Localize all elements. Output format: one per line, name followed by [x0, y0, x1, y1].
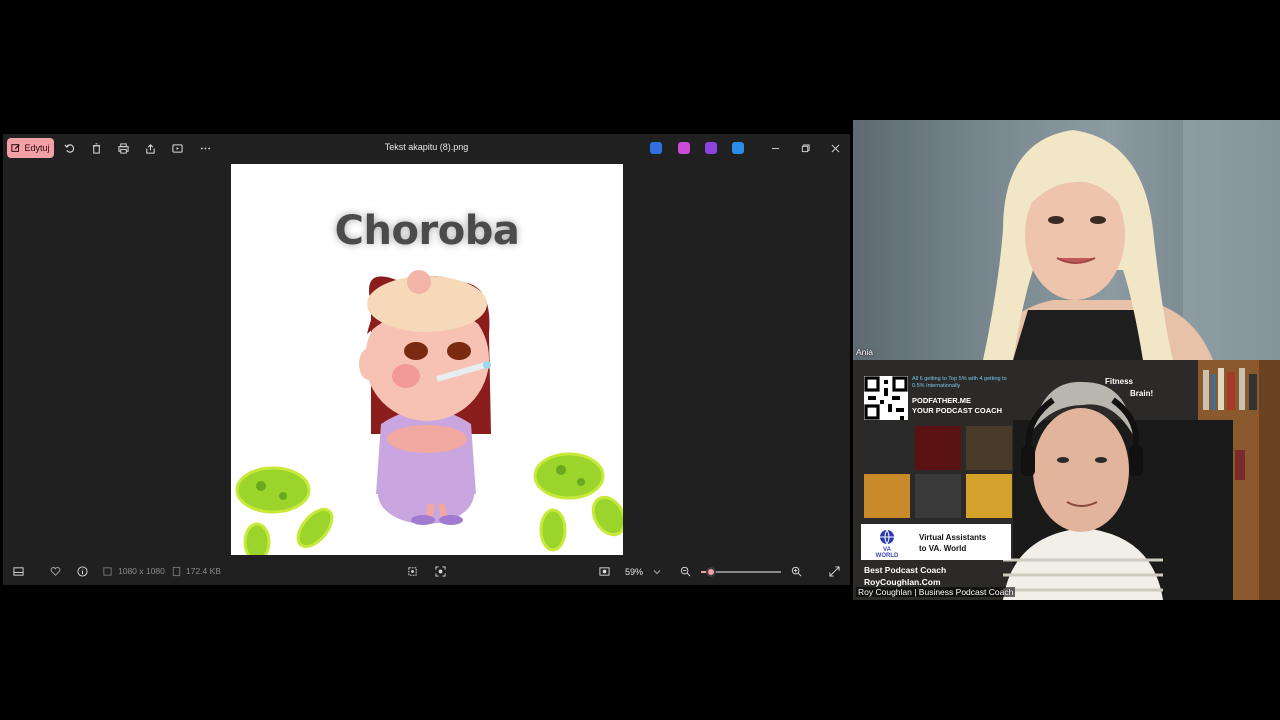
video-tile-roy[interactable]: All 6 getting to Top 5% with 4 getting t…	[853, 360, 1280, 600]
restore-icon[interactable]	[797, 140, 813, 156]
va-world-logo-text: VA WORLD	[875, 547, 899, 559]
va-world-logo: VA WORLD	[875, 529, 899, 559]
zoom-slider[interactable]	[701, 567, 781, 577]
globe-icon	[880, 529, 894, 546]
participant-video-ania	[983, 120, 1280, 360]
clipchamp-video-icon[interactable]	[705, 142, 717, 154]
photo-viewer-window: Edytuj Tekst akapitu (8).png Choroba 108…	[3, 134, 850, 585]
clipchamp-app-icon[interactable]	[650, 142, 662, 154]
fitness-text: Fitness	[1105, 377, 1134, 386]
zoom-level: 59%	[625, 566, 644, 577]
brain-text: Brain!	[1130, 389, 1154, 398]
onedrive-icon[interactable]	[732, 142, 744, 154]
title-bar: Edytuj Tekst akapitu (8).png	[3, 134, 850, 162]
podcast-thumbnail	[915, 474, 961, 518]
window-title: Tekst akapitu (8).png	[384, 142, 469, 152]
chevron-down-icon	[653, 569, 661, 574]
zoom-slider-thumb[interactable]	[705, 567, 716, 577]
minimize-icon[interactable]	[767, 140, 783, 156]
zoom-dropdown[interactable]: 59%	[621, 564, 675, 579]
image-dimensions: 1080 x 1080	[118, 566, 165, 576]
favorite-icon[interactable]	[48, 564, 62, 578]
crop-icon[interactable]	[405, 564, 419, 578]
va-line-2: to VA. World	[919, 544, 967, 553]
podcast-thumbnail	[864, 474, 910, 518]
visual-search-icon[interactable]	[433, 564, 447, 578]
podcast-thumbnail	[966, 426, 1012, 470]
qr-code-icon	[864, 376, 908, 420]
file-size-icon	[169, 564, 183, 578]
poster-tagline: All 6 getting to Top 5% with 4 getting t…	[912, 376, 1007, 389]
dimensions-icon	[100, 564, 114, 578]
zoom-out-icon[interactable]	[678, 564, 692, 578]
podcast-thumbnail	[966, 474, 1012, 518]
va-world-banner: VA WORLD Virtual Assistants to VA. World	[861, 524, 1011, 560]
displayed-image[interactable]: Choroba	[231, 164, 623, 555]
sick-girl-illustration	[235, 270, 623, 555]
full-screen-icon[interactable]	[827, 564, 841, 578]
status-bar: 1080 x 1080 172.4 KB 59%	[3, 558, 850, 585]
participant-name-roy: Roy Coughlan | Business Podcast Coach	[856, 587, 1016, 597]
designer-app-icon[interactable]	[678, 142, 690, 154]
poster-title: PODFATHER.ME	[912, 396, 972, 405]
filmstrip-icon[interactable]	[11, 564, 25, 578]
fit-to-window-icon[interactable]	[597, 564, 611, 578]
video-tile-ania[interactable]: Ania	[853, 120, 1280, 360]
poster-subtitle: YOUR PODCAST COACH	[912, 406, 1003, 415]
podcast-thumbnail	[915, 426, 961, 470]
participant-name-ania: Ania	[856, 347, 874, 357]
podcast-thumbnail	[864, 426, 910, 470]
file-size: 172.4 KB	[186, 566, 221, 576]
va-line-1: Virtual Assistants	[919, 533, 987, 542]
best-podcast-coach: Best Podcast Coach	[864, 565, 947, 575]
file-info-icon[interactable]	[75, 564, 89, 578]
zoom-in-icon[interactable]	[789, 564, 803, 578]
close-icon[interactable]	[827, 140, 843, 156]
